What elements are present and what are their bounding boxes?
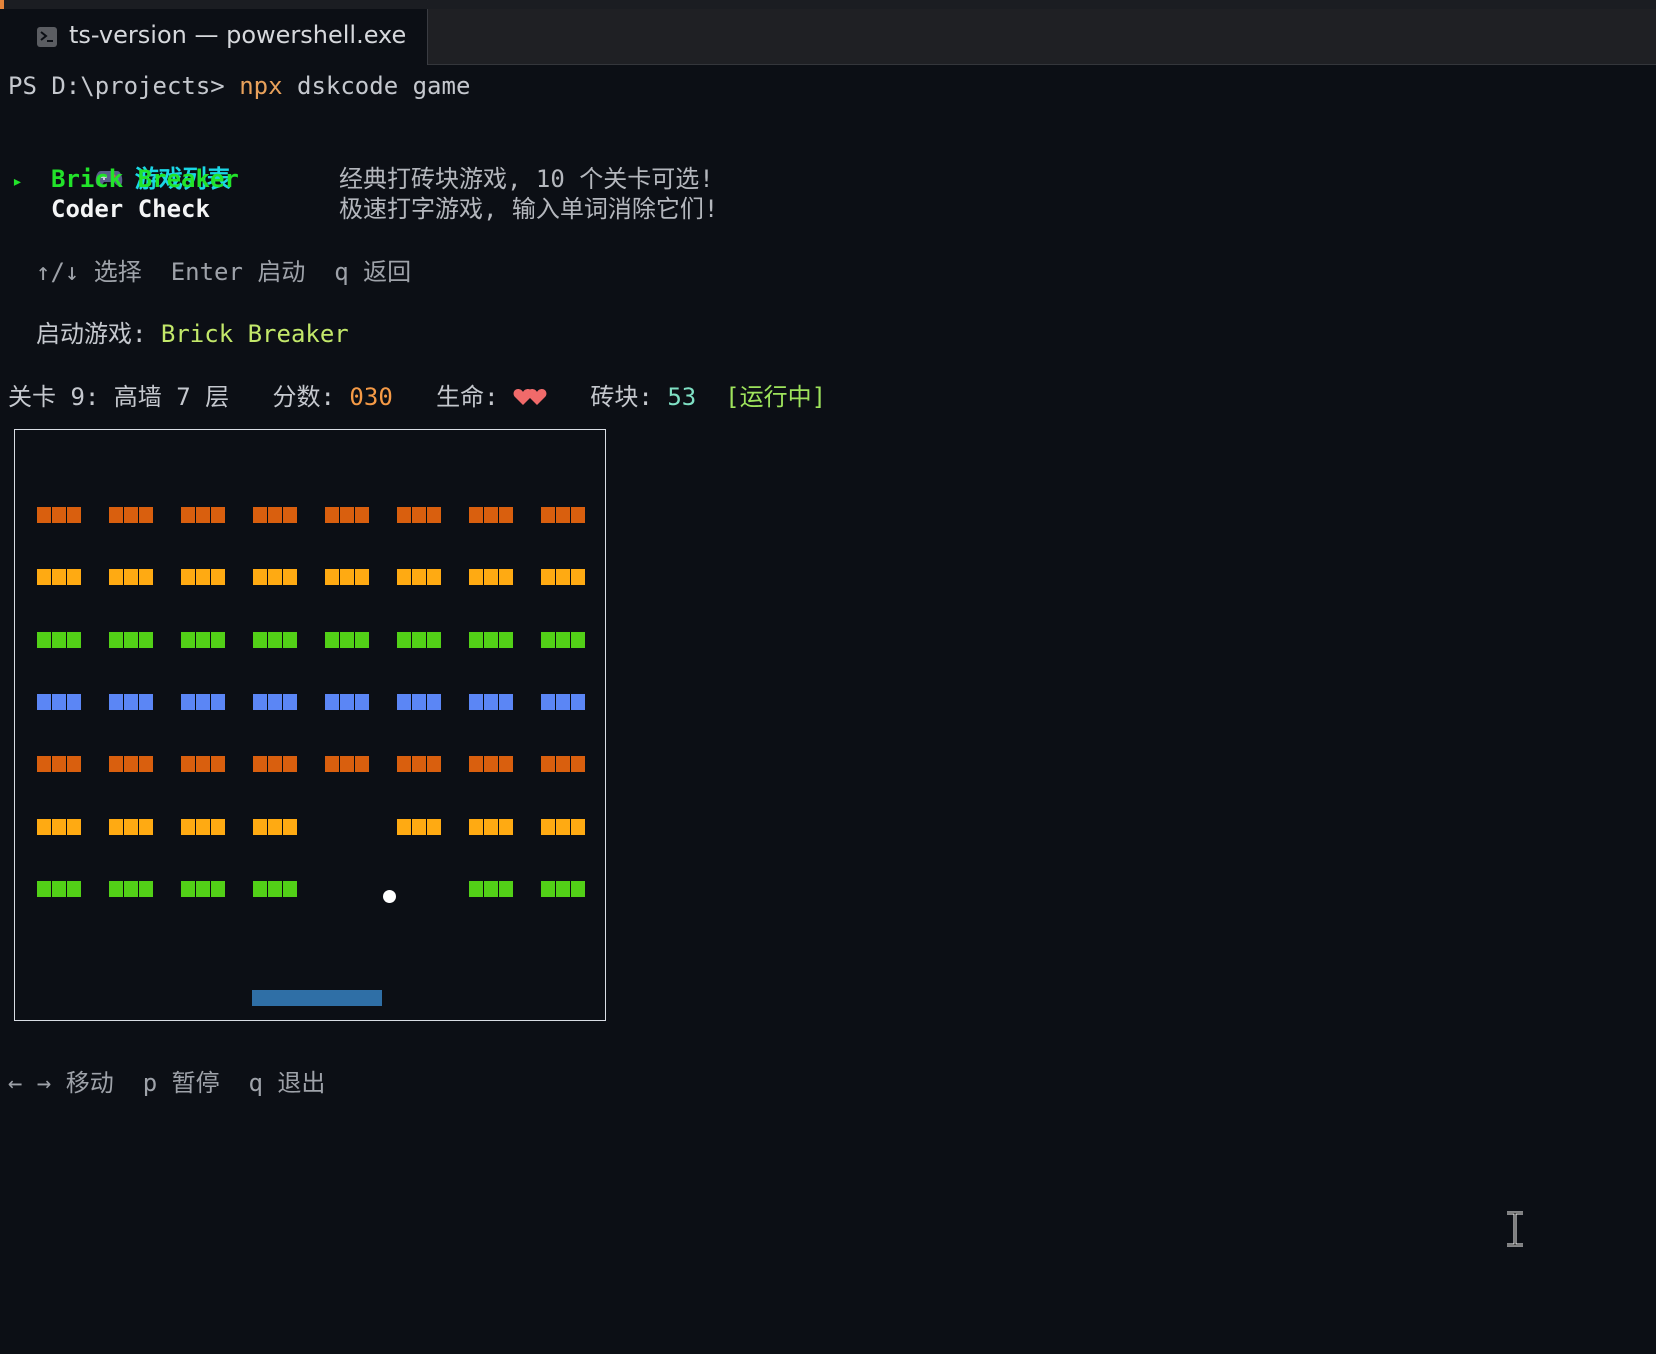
brick	[253, 819, 297, 835]
brick	[541, 819, 585, 835]
terminal-icon	[37, 27, 57, 47]
brick	[37, 756, 81, 772]
score-value: 030	[349, 383, 393, 411]
ball	[383, 890, 396, 903]
brick	[397, 756, 441, 772]
brick	[109, 819, 153, 835]
brick	[181, 819, 225, 835]
text-cursor-icon	[1504, 1211, 1526, 1251]
brick	[253, 694, 297, 710]
brick	[469, 819, 513, 835]
lives-label: 生命:	[436, 383, 514, 411]
brick	[37, 694, 81, 710]
brick	[541, 569, 585, 585]
brick	[181, 694, 225, 710]
brick	[397, 569, 441, 585]
brick	[325, 632, 369, 648]
command-bin: npx	[239, 72, 283, 100]
lives-hearts	[513, 382, 547, 414]
status-bar: 关卡 9: 高墙 7 层 分数: 030 生命: 砖块: 53 [运行中]	[8, 381, 826, 414]
brick	[397, 694, 441, 710]
shell-prompt: PS D:\projects>	[8, 72, 225, 100]
brick	[37, 881, 81, 897]
tab-title: ts-version — powershell.exe	[69, 21, 407, 49]
brick	[37, 819, 81, 835]
controls-hint: ← → 移动 p 暂停 q 退出	[8, 1069, 326, 1097]
brick	[325, 756, 369, 772]
brick	[469, 632, 513, 648]
brick	[109, 694, 153, 710]
launch-line: 启动游戏: Brick Breaker	[36, 318, 349, 350]
brick	[109, 756, 153, 772]
bricks-label: 砖块:	[590, 383, 668, 411]
brick	[109, 507, 153, 523]
brick	[253, 632, 297, 648]
brick	[541, 694, 585, 710]
bricks-value: 53	[667, 383, 697, 411]
brick	[541, 632, 585, 648]
brick	[541, 881, 585, 897]
brick	[397, 507, 441, 523]
menu-hint: ↑/↓ 选择 Enter 启动 q 返回	[36, 258, 412, 286]
brick	[325, 694, 369, 710]
launch-label: 启动游戏:	[36, 320, 161, 348]
launch-game: Brick Breaker	[160, 320, 349, 348]
brick	[181, 756, 225, 772]
brick	[37, 632, 81, 648]
brick	[253, 569, 297, 585]
brick	[253, 756, 297, 772]
brick	[109, 632, 153, 648]
game-board	[14, 429, 606, 1021]
game-item-desc-1: 极速打字游戏, 输入单词消除它们!	[339, 195, 719, 223]
brick	[469, 569, 513, 585]
brick	[37, 569, 81, 585]
brick	[469, 756, 513, 772]
run-state: [运行中]	[725, 383, 827, 411]
brick	[181, 881, 225, 897]
command-args: dskcode game	[282, 72, 471, 100]
brick	[325, 569, 369, 585]
brick	[253, 507, 297, 523]
brick	[109, 569, 153, 585]
window-accent	[0, 0, 4, 9]
brick	[469, 507, 513, 523]
score-label: 分数:	[272, 383, 350, 411]
heart-icon	[527, 389, 547, 405]
game-item-name-0[interactable]: Brick Breaker	[51, 163, 239, 195]
brick	[325, 507, 369, 523]
brick	[181, 507, 225, 523]
brick	[109, 881, 153, 897]
brick	[181, 632, 225, 648]
selector-arrow-icon: ▸	[12, 171, 23, 192]
brick	[397, 632, 441, 648]
brick	[181, 569, 225, 585]
paddle	[252, 990, 382, 1006]
brick	[469, 694, 513, 710]
game-item-desc-0: 经典打砖块游戏, 10 个关卡可选!	[339, 165, 714, 193]
brick	[469, 881, 513, 897]
menu-selector: ▸	[12, 163, 23, 198]
brick	[397, 819, 441, 835]
tab-bar: ts-version — powershell.exe	[0, 9, 1656, 65]
level-label: 关卡 9: 高墙 7 层	[8, 383, 230, 411]
command-line: PS D:\projects> npx dskcode game	[8, 70, 470, 102]
game-item-name-1[interactable]: Coder Check	[51, 193, 210, 225]
brick	[37, 507, 81, 523]
brick	[253, 881, 297, 897]
brick	[541, 756, 585, 772]
tab-powershell[interactable]: ts-version — powershell.exe	[0, 9, 428, 65]
brick	[541, 507, 585, 523]
